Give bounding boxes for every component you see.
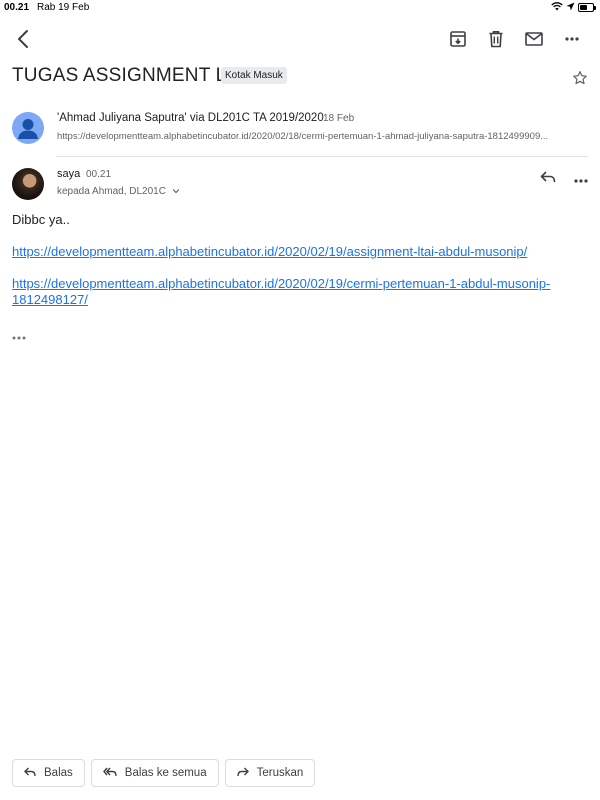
divider — [56, 156, 588, 157]
battery-fill — [580, 5, 587, 10]
back-button[interactable] — [10, 26, 36, 52]
delete-button[interactable] — [483, 26, 509, 52]
forward-button[interactable]: Teruskan — [224, 759, 316, 787]
battery-icon — [578, 3, 596, 12]
recipients-text: kepada Ahmad, DL201C — [57, 186, 166, 197]
message-sender: saya — [57, 168, 81, 180]
toolbar — [0, 22, 600, 54]
avatar — [12, 168, 44, 200]
show-trimmed-content-button[interactable] — [12, 327, 28, 340]
reply-icon — [24, 767, 36, 780]
thread-subject: TUGAS ASSIGNMENT LTAI — [12, 65, 254, 86]
message-time: 00.21 — [86, 169, 112, 180]
message-sender: 'Ahmad Juliyana Saputra' via DL201C TA 2… — [57, 112, 324, 124]
status-time: 00.21 — [4, 2, 30, 13]
reply-all-label: Balas ke semua — [124, 767, 207, 779]
message-link[interactable]: https://developmentteam.alphabetincubato… — [12, 276, 582, 308]
mark-unread-button[interactable] — [521, 26, 547, 52]
open-message-header: saya 00.21 kepada Ahmad, DL201C — [12, 166, 588, 206]
chevron-left-icon — [16, 29, 30, 49]
chevron-down-icon — [169, 186, 180, 197]
more-options-button[interactable] — [559, 26, 585, 52]
status-date: Rab 19 Feb — [37, 2, 90, 13]
collapsed-message[interactable]: 'Ahmad Juliyana Saputra' via DL201C TA 2… — [12, 110, 588, 152]
more-horizontal-icon[interactable] — [574, 170, 588, 188]
archive-icon — [449, 30, 467, 48]
action-bar: Balas Balas ke semua Teruskan — [12, 759, 316, 787]
forward-label: Teruskan — [256, 767, 304, 779]
recipients-toggle[interactable]: kepada Ahmad, DL201C — [57, 186, 180, 197]
reply-label: Balas — [44, 767, 73, 779]
location-icon — [566, 2, 575, 14]
archive-button[interactable] — [445, 26, 471, 52]
reply-icon[interactable] — [540, 170, 556, 188]
forward-icon — [236, 767, 249, 780]
mail-icon — [525, 32, 543, 46]
trash-icon — [488, 30, 504, 48]
label-chip[interactable]: Kotak Masuk — [221, 67, 287, 84]
star-icon[interactable] — [572, 70, 588, 91]
message-link[interactable]: https://developmentteam.alphabetincubato… — [12, 244, 582, 260]
reply-all-button[interactable]: Balas ke semua — [90, 759, 219, 787]
subject-row: TUGAS ASSIGNMENT LTAI Kotak Masuk — [12, 62, 588, 92]
status-bar: 00.21 Rab 19 Feb — [0, 0, 600, 16]
avatar — [12, 112, 44, 144]
reply-button[interactable]: Balas — [12, 759, 85, 787]
person-icon — [18, 119, 38, 139]
message-body: Dibbc ya.. — [12, 212, 70, 227]
more-horizontal-icon — [12, 336, 26, 340]
message-date: 18 Feb — [323, 113, 355, 124]
message-snippet: https://developmentteam.alphabetincubato… — [57, 131, 549, 142]
wifi-icon — [551, 1, 563, 14]
status-icons — [551, 1, 596, 14]
more-horizontal-icon — [565, 37, 579, 41]
reply-all-icon — [102, 767, 117, 780]
